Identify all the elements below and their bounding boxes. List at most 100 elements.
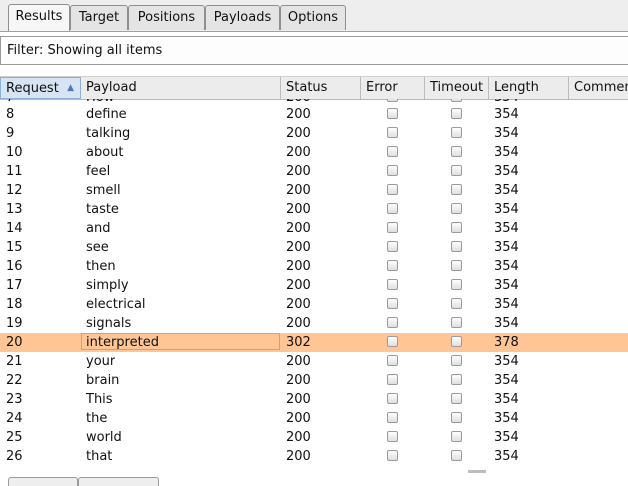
timeout-checkbox[interactable]: [451, 203, 462, 214]
length-cell: 354: [494, 297, 519, 312]
bottom-tab-request[interactable]: [8, 477, 78, 486]
timeout-checkbox[interactable]: [451, 146, 462, 157]
timeout-checkbox[interactable]: [451, 393, 462, 404]
timeout-checkbox[interactable]: [451, 374, 462, 385]
table-row[interactable]: 19 signals 200 354: [0, 314, 628, 333]
error-checkbox[interactable]: [387, 431, 398, 442]
length-cell: 354: [494, 202, 519, 217]
table-row[interactable]: 15 see 200 354: [0, 238, 628, 257]
length-cell: 354: [494, 354, 519, 369]
timeout-checkbox[interactable]: [451, 336, 462, 347]
error-checkbox[interactable]: [387, 203, 398, 214]
column-header-timeout[interactable]: Timeout: [425, 77, 489, 99]
length-cell: 378: [494, 335, 519, 350]
payload-cell-focused[interactable]: interpreted: [81, 333, 280, 350]
timeout-checkbox[interactable]: [451, 127, 462, 138]
timeout-checkbox[interactable]: [451, 260, 462, 271]
column-header-status[interactable]: Status: [281, 77, 361, 99]
table-row[interactable]: 14 and 200 354: [0, 219, 628, 238]
timeout-checkbox[interactable]: [451, 412, 462, 423]
error-checkbox[interactable]: [387, 412, 398, 423]
column-header-error[interactable]: Error: [361, 77, 425, 99]
timeout-checkbox[interactable]: [451, 355, 462, 366]
column-header-request[interactable]: Request ▲: [0, 77, 81, 99]
tab-results[interactable]: Results: [8, 4, 70, 31]
error-checkbox[interactable]: [387, 336, 398, 347]
tab-positions[interactable]: Positions: [128, 5, 205, 30]
table-row-selected[interactable]: 20 interpreted 302 378: [0, 333, 628, 352]
table-row[interactable]: 23 This 200 354: [0, 390, 628, 409]
table-row[interactable]: 22 brain 200 354: [0, 371, 628, 390]
timeout-checkbox[interactable]: [451, 279, 462, 290]
error-checkbox[interactable]: [387, 260, 398, 271]
length-cell: 354: [494, 259, 519, 274]
table-row[interactable]: 17 simply 200 354: [0, 276, 628, 295]
request-cell: 22: [6, 373, 23, 388]
table-row[interactable]: 18 electrical 200 354: [0, 295, 628, 314]
request-cell: 15: [6, 240, 23, 255]
timeout-checkbox[interactable]: [451, 241, 462, 252]
column-header-length[interactable]: Length: [489, 77, 569, 99]
timeout-checkbox[interactable]: [451, 165, 462, 176]
table-row[interactable]: 13 taste 200 354: [0, 200, 628, 219]
error-checkbox[interactable]: [387, 393, 398, 404]
timeout-checkbox[interactable]: [451, 431, 462, 442]
table-row[interactable]: 11 feel 200 354: [0, 162, 628, 181]
column-header-payload[interactable]: Payload: [81, 77, 281, 99]
error-checkbox[interactable]: [387, 184, 398, 195]
status-cell: 200: [286, 449, 311, 464]
status-cell: 200: [286, 373, 311, 388]
length-cell: 354: [494, 183, 519, 198]
error-checkbox[interactable]: [387, 108, 398, 119]
payload-cell: taste: [86, 202, 119, 217]
split-pane-handle[interactable]: [468, 470, 486, 473]
error-checkbox[interactable]: [387, 165, 398, 176]
table-row[interactable]: 24 the 200 354: [0, 409, 628, 428]
tab-payloads[interactable]: Payloads: [205, 5, 280, 30]
error-checkbox[interactable]: [387, 127, 398, 138]
error-checkbox[interactable]: [387, 241, 398, 252]
timeout-checkbox[interactable]: [451, 450, 462, 461]
tab-target[interactable]: Target: [70, 5, 128, 30]
error-checkbox[interactable]: [387, 298, 398, 309]
table-row[interactable]: 26 that 200 354: [0, 447, 628, 466]
timeout-checkbox[interactable]: [451, 108, 462, 119]
timeout-checkbox[interactable]: [451, 298, 462, 309]
error-checkbox[interactable]: [387, 317, 398, 328]
error-checkbox[interactable]: [387, 374, 398, 385]
error-checkbox[interactable]: [387, 355, 398, 366]
payload-cell: then: [86, 259, 116, 274]
status-cell: 302: [286, 335, 311, 350]
table-row[interactable]: 16 then 200 354: [0, 257, 628, 276]
error-checkbox[interactable]: [387, 450, 398, 461]
request-cell: 8: [6, 107, 15, 122]
timeout-checkbox[interactable]: [451, 99, 462, 102]
request-cell: 11: [6, 164, 23, 179]
error-checkbox[interactable]: [387, 279, 398, 290]
table-row[interactable]: 8 define 200 354: [0, 105, 628, 124]
request-cell: 14: [6, 221, 23, 236]
status-cell: 200: [286, 107, 311, 122]
bottom-tab-response[interactable]: [78, 477, 159, 486]
timeout-checkbox[interactable]: [451, 184, 462, 195]
error-checkbox[interactable]: [387, 99, 398, 102]
table-row[interactable]: 10 about 200 354: [0, 143, 628, 162]
error-checkbox[interactable]: [387, 146, 398, 157]
filter-bar[interactable]: Filter: Showing all items: [0, 36, 628, 65]
table-row[interactable]: 12 smell 200 354: [0, 181, 628, 200]
timeout-checkbox[interactable]: [451, 222, 462, 233]
length-cell: 354: [494, 221, 519, 236]
tab-options[interactable]: Options: [280, 5, 346, 30]
sort-ascending-icon: ▲: [67, 83, 74, 93]
error-checkbox[interactable]: [387, 222, 398, 233]
request-cell: 16: [6, 259, 23, 274]
status-cell: 200: [286, 297, 311, 312]
length-cell: 354: [494, 373, 519, 388]
column-header-comment[interactable]: Comment: [569, 77, 628, 99]
length-cell: 354: [494, 430, 519, 445]
timeout-checkbox[interactable]: [451, 317, 462, 328]
table-row[interactable]: 9 talking 200 354: [0, 124, 628, 143]
table-row[interactable]: 21 your 200 354: [0, 352, 628, 371]
table-row[interactable]: 25 world 200 354: [0, 428, 628, 447]
request-cell: 25: [6, 430, 23, 445]
